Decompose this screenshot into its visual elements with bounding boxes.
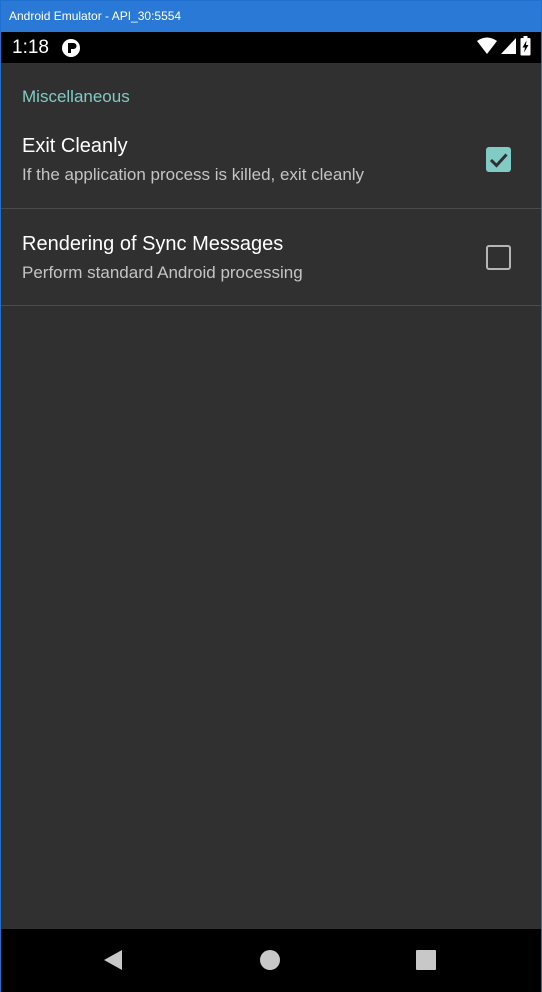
emulator-window: Android Emulator - API_30:5554 1:18 Misc… (0, 0, 542, 992)
window-title-bar: Android Emulator - API_30:5554 (1, 1, 541, 32)
checkmark-icon (489, 153, 508, 168)
rendering-sync-checkbox[interactable] (486, 245, 511, 270)
category-header: Miscellaneous (22, 87, 130, 106)
cell-signal-icon (500, 37, 517, 60)
back-icon[interactable] (102, 948, 126, 972)
preferences-screen: Miscellaneous Exit Cleanly If the applic… (1, 63, 541, 929)
pref-title: Exit Cleanly (22, 135, 128, 157)
pref-summary: Perform standard Android processing (22, 263, 303, 282)
battery-charging-icon (520, 35, 531, 61)
pref-exit-cleanly[interactable]: Exit Cleanly If the application process … (1, 111, 541, 208)
wifi-icon (477, 37, 497, 60)
status-bar: 1:18 (1, 32, 541, 63)
recents-icon[interactable] (414, 948, 438, 972)
window-title: Android Emulator - API_30:5554 (9, 9, 182, 23)
status-clock: 1:18 (12, 37, 49, 58)
home-icon[interactable] (258, 948, 282, 972)
pref-title: Rendering of Sync Messages (22, 233, 284, 255)
pref-rendering-sync-messages[interactable]: Rendering of Sync Messages Perform stand… (1, 209, 541, 306)
navigation-bar (1, 929, 541, 992)
pref-summary: If the application process is killed, ex… (22, 165, 365, 184)
exit-cleanly-checkbox[interactable] (486, 147, 511, 172)
divider (1, 305, 541, 306)
app-notification-icon (61, 38, 81, 58)
